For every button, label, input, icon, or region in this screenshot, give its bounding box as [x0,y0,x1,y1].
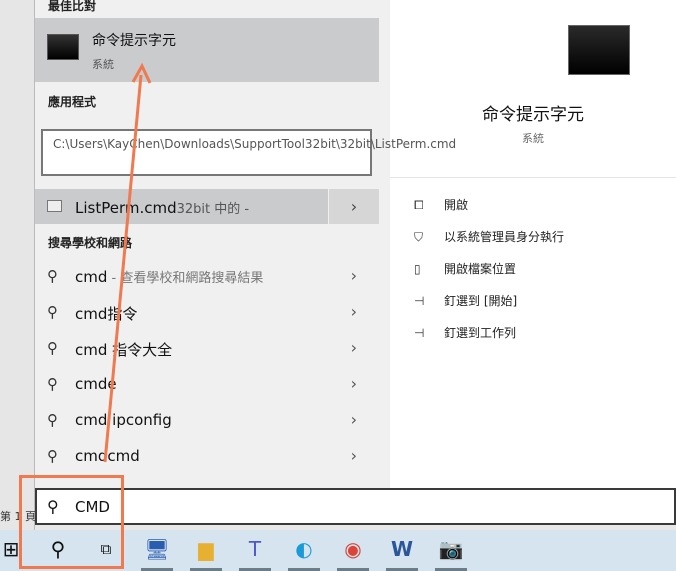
annotation-highlight-box [19,475,124,569]
